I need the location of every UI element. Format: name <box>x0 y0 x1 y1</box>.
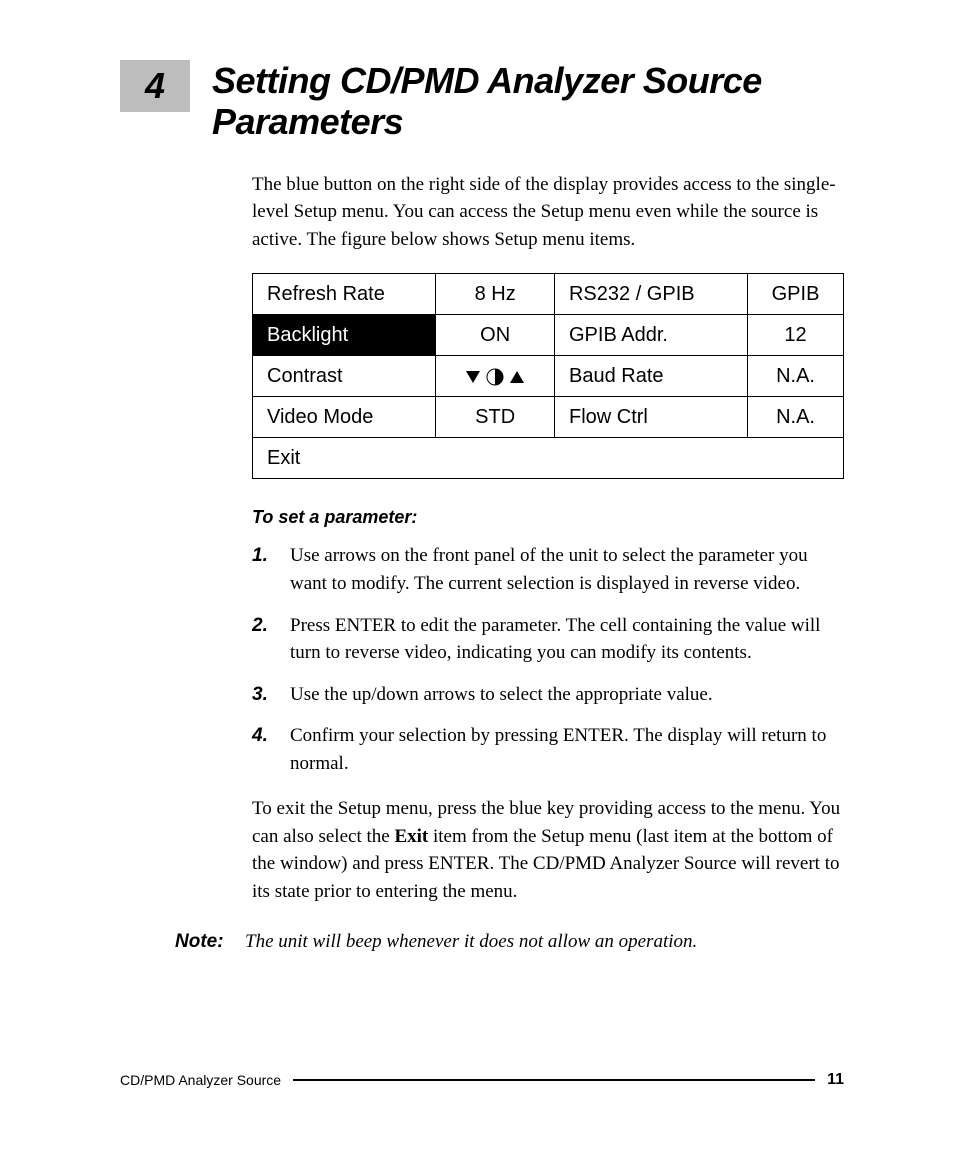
step-number: 3. <box>252 681 290 709</box>
step-number: 2. <box>252 612 290 667</box>
procedure-heading: To set a parameter: <box>252 507 844 528</box>
param-value: ON <box>436 315 555 356</box>
param-value: STD <box>436 397 555 438</box>
list-item: 1.Use arrows on the front panel of the u… <box>252 542 844 597</box>
param-label: Baud Rate <box>554 356 747 397</box>
footer-doc-title: CD/PMD Analyzer Source <box>120 1072 293 1088</box>
step-number: 1. <box>252 542 290 597</box>
step-number: 4. <box>252 722 290 777</box>
param-label: GPIB Addr. <box>554 315 747 356</box>
table-row: Contrast Baud RateN.A. <box>253 356 844 397</box>
procedure-steps: 1.Use arrows on the front panel of the u… <box>252 542 844 777</box>
param-label: Refresh Rate <box>253 274 436 315</box>
intro-paragraph: The blue button on the right side of the… <box>252 171 844 254</box>
chapter-heading: 4 Setting CD/PMD Analyzer Source Paramet… <box>120 60 844 143</box>
footer-page-number: 11 <box>815 1071 844 1089</box>
param-label: Backlight <box>253 315 436 356</box>
list-item: 4.Confirm your selection by pressing ENT… <box>252 722 844 777</box>
exit-bold: Exit <box>394 826 428 847</box>
chapter-number-badge: 4 <box>120 60 190 112</box>
chapter-title: Setting CD/PMD Analyzer Source Parameter… <box>212 60 844 143</box>
table-row-exit: Exit <box>253 438 844 479</box>
table-row: Refresh Rate8 HzRS232 / GPIBGPIB <box>253 274 844 315</box>
step-text: Use arrows on the front panel of the uni… <box>290 542 844 597</box>
page-footer: CD/PMD Analyzer Source 11 <box>120 1071 844 1089</box>
table-row: Video ModeSTDFlow CtrlN.A. <box>253 397 844 438</box>
param-label: RS232 / GPIB <box>554 274 747 315</box>
note-text: The unit will beep whenever it does not … <box>245 931 844 953</box>
step-text: Use the up/down arrows to select the app… <box>290 681 844 709</box>
param-label: Video Mode <box>253 397 436 438</box>
param-value: N.A. <box>748 356 844 397</box>
table-row: BacklightONGPIB Addr.12 <box>253 315 844 356</box>
param-value: N.A. <box>748 397 844 438</box>
param-label: Contrast <box>253 356 436 397</box>
list-item: 3.Use the up/down arrows to select the a… <box>252 681 844 709</box>
param-value: 12 <box>748 315 844 356</box>
list-item: 2.Press ENTER to edit the parameter. The… <box>252 612 844 667</box>
note-block: Note: The unit will beep whenever it doe… <box>175 931 844 953</box>
setup-menu-table: Refresh Rate8 HzRS232 / GPIBGPIBBackligh… <box>252 273 844 479</box>
step-text: Press ENTER to edit the parameter. The c… <box>290 612 844 667</box>
step-text: Confirm your selection by pressing ENTER… <box>290 722 844 777</box>
footer-rule <box>293 1079 815 1081</box>
param-value: GPIB <box>748 274 844 315</box>
param-value: 8 Hz <box>436 274 555 315</box>
note-label: Note: <box>175 931 245 953</box>
exit-cell: Exit <box>253 438 844 479</box>
exit-paragraph: To exit the Setup menu, press the blue k… <box>252 795 844 905</box>
contrast-icons <box>436 356 555 397</box>
param-label: Flow Ctrl <box>554 397 747 438</box>
